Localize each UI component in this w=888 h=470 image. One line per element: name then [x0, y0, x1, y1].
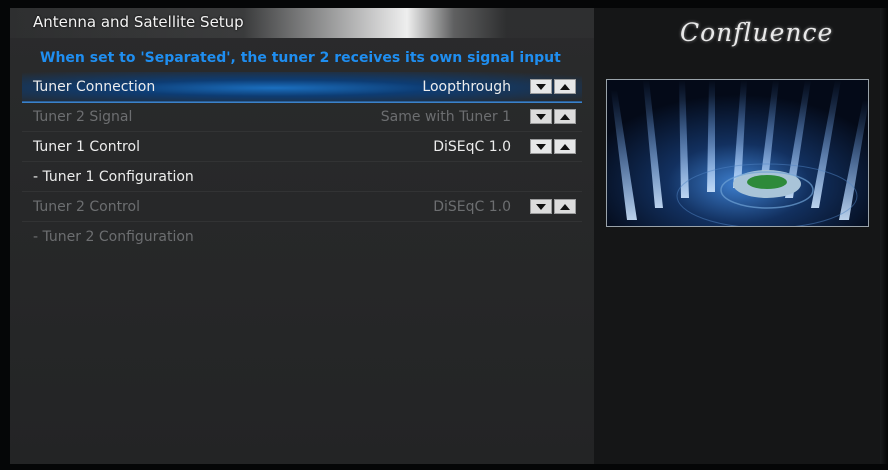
- menu-row-label: Tuner 1 Control: [33, 138, 140, 155]
- spinner-up-button[interactable]: [554, 79, 576, 94]
- arrow-up-icon: [560, 143, 570, 150]
- menu-row-tuner-1-configuration[interactable]: - Tuner 1 Configuration: [22, 162, 582, 192]
- menu-row-value: DiSEqC 1.0: [433, 138, 511, 155]
- arrow-up-icon: [560, 113, 570, 120]
- arrow-up-icon: [560, 83, 570, 90]
- menu-row-label: Tuner 2 Signal: [33, 108, 133, 125]
- menu-row-value: Same with Tuner 1: [380, 108, 511, 125]
- menu-row-label: Tuner 2 Control: [33, 198, 140, 215]
- value-spinner: [530, 139, 576, 154]
- confluence-logo: Confluence: [680, 18, 834, 47]
- side-panel-edge: [880, 8, 888, 464]
- spinner-up-button[interactable]: [554, 139, 576, 154]
- menu-row-tuner-connection[interactable]: Tuner Connection Loopthrough: [22, 72, 582, 102]
- arrow-up-icon: [560, 203, 570, 210]
- settings-menu: Tuner Connection Loopthrough Tuner 2 Sig…: [22, 72, 582, 252]
- menu-row-tuner-2-signal[interactable]: Tuner 2 Signal Same with Tuner 1: [22, 102, 582, 132]
- arrow-down-icon: [536, 143, 546, 150]
- spinner-down-button[interactable]: [530, 139, 552, 154]
- menu-row-tuner-1-control[interactable]: Tuner 1 Control DiSEqC 1.0: [22, 132, 582, 162]
- page-title: Antenna and Satellite Setup: [33, 13, 244, 31]
- spinner-down-button[interactable]: [530, 79, 552, 94]
- value-spinner: [530, 199, 576, 214]
- value-spinner: [530, 79, 576, 94]
- menu-row-value: DiSEqC 1.0: [433, 198, 511, 215]
- menu-row-tuner-2-configuration[interactable]: - Tuner 2 Configuration: [22, 222, 582, 252]
- menu-row-label: - Tuner 2 Configuration: [33, 229, 194, 245]
- arrow-down-icon: [536, 203, 546, 210]
- value-spinner: [530, 109, 576, 124]
- menu-row-label: Tuner Connection: [33, 78, 156, 95]
- spinner-down-button[interactable]: [530, 199, 552, 214]
- menu-row-label: - Tuner 1 Configuration: [33, 168, 194, 185]
- spinner-up-button[interactable]: [554, 199, 576, 214]
- help-text: When set to 'Separated', the tuner 2 rec…: [40, 50, 566, 66]
- stadium-preview-graphic: [607, 80, 868, 226]
- spinner-down-button[interactable]: [530, 109, 552, 124]
- tv-preview-image: [606, 79, 869, 227]
- info-side-panel: [594, 8, 880, 464]
- menu-row-tuner-2-control[interactable]: Tuner 2 Control DiSEqC 1.0: [22, 192, 582, 222]
- arrow-down-icon: [536, 113, 546, 120]
- spinner-up-button[interactable]: [554, 109, 576, 124]
- arrow-down-icon: [536, 83, 546, 90]
- menu-row-value: Loopthrough: [422, 78, 511, 95]
